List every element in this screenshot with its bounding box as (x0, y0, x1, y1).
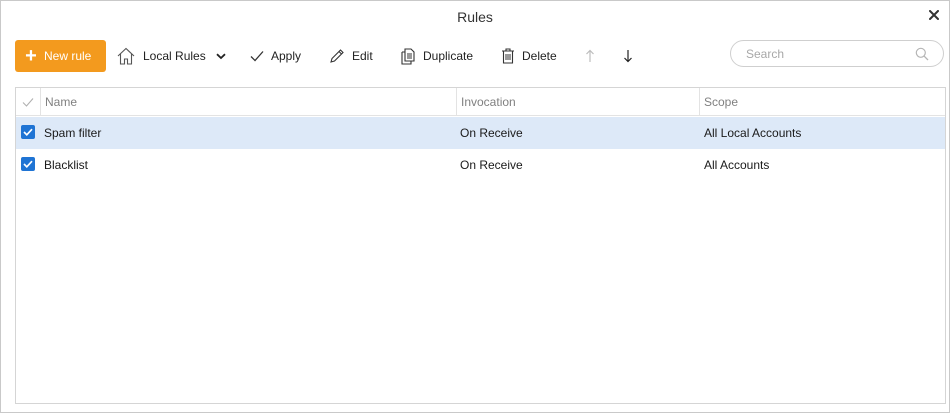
plus-icon: + (25, 45, 37, 67)
chevron-down-icon (216, 53, 226, 60)
trash-icon (501, 48, 515, 64)
window-title: Rules (457, 9, 493, 25)
close-icon (929, 10, 939, 20)
table-header: Name Invocation Scope (16, 88, 945, 116)
delete-button[interactable]: Delete (501, 40, 557, 72)
duplicate-label: Duplicate (423, 49, 474, 63)
check-icon (22, 98, 34, 107)
new-rule-button[interactable]: + New rule (15, 40, 106, 72)
local-rules-label: Local Rules (143, 49, 206, 63)
edit-label: Edit (352, 49, 373, 63)
duplicate-button[interactable]: Duplicate (400, 40, 473, 72)
pencil-icon (329, 48, 345, 64)
row-checkbox[interactable] (21, 157, 35, 171)
rules-window: Rules + New rule Local Rules Apply Edit … (0, 0, 950, 413)
table-row[interactable]: Blacklist On Receive All Accounts (16, 149, 945, 181)
toolbar: + New rule Local Rules Apply Edit Duplic… (15, 40, 945, 72)
apply-button[interactable]: Apply (250, 40, 301, 72)
close-button[interactable] (925, 6, 943, 24)
search-box[interactable] (730, 40, 944, 67)
rule-scope: All Accounts (704, 158, 770, 172)
check-icon (250, 50, 264, 62)
rule-name: Blacklist (44, 158, 89, 172)
rule-scope: All Local Accounts (704, 126, 802, 140)
rule-name: Spam filter (44, 126, 102, 140)
column-header-name[interactable]: Name (41, 88, 457, 116)
rules-table: Name Invocation Scope Spam filter On Rec… (15, 87, 946, 404)
check-icon (23, 128, 33, 136)
home-icon (116, 46, 136, 66)
rule-invocation: On Receive (460, 126, 523, 140)
search-icon[interactable] (915, 47, 929, 64)
duplicate-icon (400, 47, 416, 65)
edit-button[interactable]: Edit (329, 40, 373, 72)
title-bar: Rules (1, 1, 949, 33)
row-checkbox[interactable] (21, 125, 35, 139)
arrow-up-icon (585, 49, 595, 63)
new-rule-label: New rule (44, 49, 92, 63)
table-row[interactable]: Spam filter On Receive All Local Account… (16, 117, 945, 149)
rule-invocation: On Receive (460, 158, 523, 172)
move-down-button[interactable] (623, 40, 640, 72)
local-rules-dropdown[interactable]: Local Rules (116, 40, 226, 72)
delete-label: Delete (522, 49, 557, 63)
search-input[interactable] (746, 46, 906, 61)
check-icon (23, 160, 33, 168)
column-header-scope[interactable]: Scope (700, 88, 945, 116)
column-header-invocation[interactable]: Invocation (457, 88, 700, 116)
move-up-button[interactable] (585, 40, 602, 72)
apply-label: Apply (271, 49, 302, 63)
select-all-header[interactable] (16, 88, 41, 116)
arrow-down-icon (623, 49, 633, 63)
